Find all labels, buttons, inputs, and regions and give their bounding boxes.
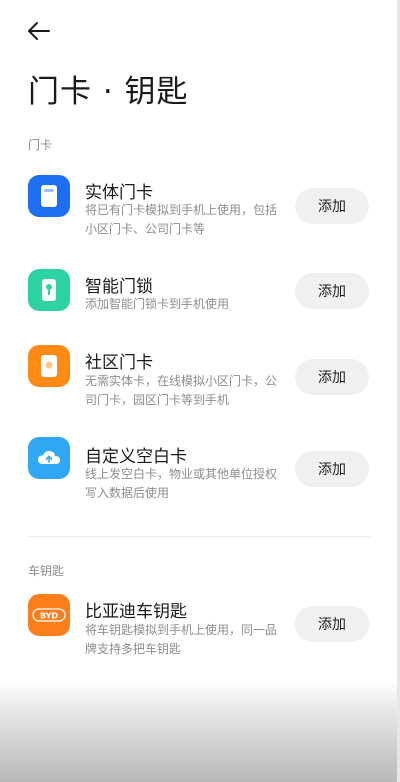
item-description: 线上发空白卡，物业或其他单位授权写入数据后使用 — [85, 467, 278, 500]
add-button[interactable]: 添加 — [295, 451, 369, 487]
byd-logo-icon: BYD — [28, 594, 70, 636]
bottom-overlay — [0, 680, 400, 782]
add-button[interactable]: 添加 — [295, 273, 369, 309]
list-item-smart-lock[interactable]: 智能门锁 添加智能门锁卡到手机使用 添加 — [0, 268, 400, 318]
item-title: 智能门锁 — [85, 277, 153, 297]
add-button[interactable]: 添加 — [295, 606, 369, 642]
list-item-byd-car-key[interactable]: BYD 比亚迪车钥匙 将车钥匙模拟到手机上使用，同一品牌支持多把车钥匙 添加 — [0, 594, 400, 664]
section-label-door-cards: 门卡 — [28, 138, 53, 152]
item-title: 实体门卡 — [85, 183, 153, 203]
item-title: 社区门卡 — [85, 353, 153, 373]
item-description: 将车钥匙模拟到手机上使用，同一品牌支持多把车钥匙 — [85, 623, 278, 656]
section-divider — [28, 536, 370, 537]
item-description: 添加智能门锁卡到手机使用 — [85, 297, 230, 311]
svg-text:BYD: BYD — [40, 612, 58, 621]
list-item-community-card[interactable]: 社区门卡 无需实体卡，在线模拟小区门卡，公司门卡，园区门卡等到手机 添加 — [0, 345, 400, 415]
community-card-icon — [28, 345, 70, 387]
item-description: 无需实体卡，在线模拟小区门卡，公司门卡，园区门卡等到手机 — [85, 374, 278, 407]
item-description: 将已有门卡模拟到手机上使用，包括小区门卡、公司门卡等 — [85, 203, 278, 236]
add-button[interactable]: 添加 — [295, 359, 369, 395]
list-item-custom-blank-card[interactable]: 自定义空白卡 线上发空白卡，物业或其他单位授权写入数据后使用 添加 — [0, 437, 400, 507]
item-title: 比亚迪车钥匙 — [85, 602, 187, 622]
add-button[interactable]: 添加 — [295, 188, 369, 224]
back-button[interactable] — [24, 18, 54, 44]
card-icon — [28, 175, 70, 217]
page-title: 门卡 · 钥匙 — [28, 74, 189, 110]
smart-lock-icon — [28, 269, 70, 311]
item-title: 自定义空白卡 — [85, 447, 187, 467]
cloud-card-icon — [28, 437, 70, 479]
list-item-physical-card[interactable]: 实体门卡 将已有门卡模拟到手机上使用，包括小区门卡、公司门卡等 添加 — [0, 170, 400, 240]
arrow-left-icon — [28, 22, 50, 40]
section-label-car-keys: 车钥匙 — [28, 564, 65, 578]
